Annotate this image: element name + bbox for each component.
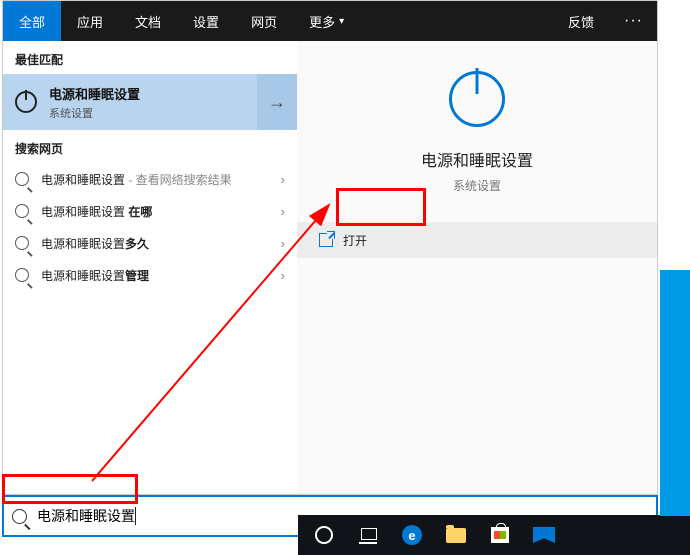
- detail-subtitle: 系统设置: [453, 177, 501, 194]
- detail-title: 电源和睡眠设置: [421, 147, 533, 171]
- taskbar-explorer-icon[interactable]: [434, 515, 478, 555]
- search-input-text: 电源和睡眠设置: [37, 506, 135, 526]
- web-result-text: 电源和睡眠设置管理: [41, 267, 281, 284]
- search-results-panel: 全部 应用 文档 设置 网页 更多 ▾ 反馈 ··· 最佳匹配 电源和睡眠设置 系…: [2, 0, 658, 495]
- best-match-title: 电源和睡眠设置: [49, 84, 285, 103]
- taskbar-cortana-icon[interactable]: [302, 515, 346, 555]
- web-result-text: 电源和睡眠设置多久: [41, 235, 281, 252]
- tab-documents[interactable]: 文档: [119, 1, 177, 41]
- search-icon: [15, 236, 29, 250]
- chevron-right-icon: ›: [281, 236, 285, 251]
- tab-web[interactable]: 网页: [235, 1, 293, 41]
- tab-all[interactable]: 全部: [3, 1, 61, 41]
- detail-pane: 电源和睡眠设置 系统设置 打开: [297, 41, 657, 494]
- feedback-link[interactable]: 反馈: [552, 12, 610, 31]
- tab-more-label: 更多: [309, 12, 335, 31]
- taskbar: e: [298, 515, 690, 555]
- chevron-right-icon: ›: [281, 268, 285, 283]
- results-content: 最佳匹配 电源和睡眠设置 系统设置 → 搜索网页 电源和睡眠设置 - 查看网络搜…: [3, 41, 657, 494]
- chevron-down-icon: ▾: [339, 16, 344, 27]
- text-cursor: [135, 507, 136, 525]
- search-icon: [12, 509, 27, 524]
- open-label: 打开: [343, 232, 367, 249]
- best-match-header: 最佳匹配: [3, 41, 297, 74]
- best-match-subtitle: 系统设置: [49, 105, 285, 121]
- taskbar-store-icon[interactable]: [478, 515, 522, 555]
- taskbar-edge-icon[interactable]: e: [390, 515, 434, 555]
- tab-more[interactable]: 更多 ▾: [293, 1, 360, 41]
- chevron-right-icon: ›: [281, 204, 285, 219]
- web-result-item[interactable]: 电源和睡眠设置管理 ›: [3, 259, 297, 291]
- web-result-item[interactable]: 电源和睡眠设置多久 ›: [3, 227, 297, 259]
- expand-details-button[interactable]: →: [257, 74, 297, 130]
- tab-apps[interactable]: 应用: [61, 1, 119, 41]
- desktop-edge: [660, 270, 690, 516]
- best-match-item[interactable]: 电源和睡眠设置 系统设置 →: [3, 74, 297, 130]
- taskbar-mail-icon[interactable]: [522, 515, 566, 555]
- open-action-button[interactable]: 打开: [297, 222, 657, 258]
- open-icon: [319, 233, 333, 247]
- search-icon: [15, 172, 29, 186]
- arrow-right-icon: →: [268, 92, 286, 113]
- web-result-item[interactable]: 电源和睡眠设置 - 查看网络搜索结果 ›: [3, 163, 297, 195]
- power-icon-large: [449, 71, 505, 127]
- chevron-right-icon: ›: [281, 172, 285, 187]
- web-result-item[interactable]: 电源和睡眠设置 在哪 ›: [3, 195, 297, 227]
- power-icon: [15, 91, 37, 113]
- filter-tab-bar: 全部 应用 文档 设置 网页 更多 ▾ 反馈 ···: [3, 1, 657, 41]
- search-web-header: 搜索网页: [3, 130, 297, 163]
- taskbar-taskview-icon[interactable]: [346, 515, 390, 555]
- best-match-text: 电源和睡眠设置 系统设置: [49, 84, 285, 121]
- web-result-text: 电源和睡眠设置 - 查看网络搜索结果: [41, 171, 281, 188]
- tab-settings[interactable]: 设置: [177, 1, 235, 41]
- search-icon: [15, 268, 29, 282]
- web-result-text: 电源和睡眠设置 在哪: [41, 203, 281, 220]
- more-options-icon[interactable]: ···: [610, 12, 657, 30]
- search-icon: [15, 204, 29, 218]
- results-list: 最佳匹配 电源和睡眠设置 系统设置 → 搜索网页 电源和睡眠设置 - 查看网络搜…: [3, 41, 297, 494]
